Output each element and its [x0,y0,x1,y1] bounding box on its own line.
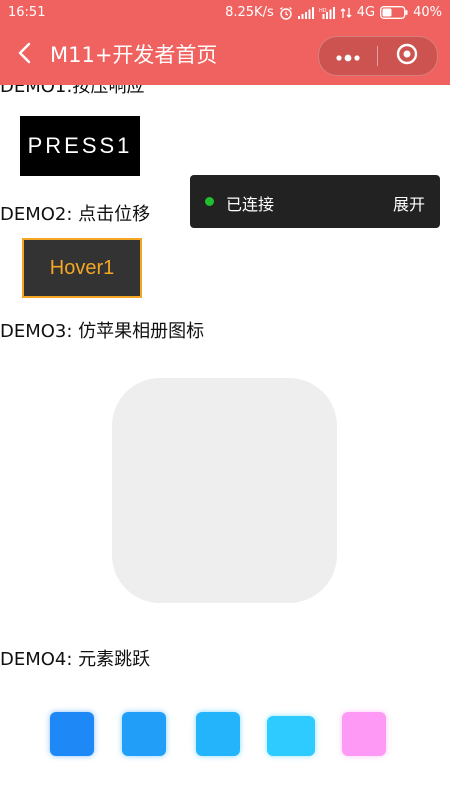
page-title: M11+开发者首页 [50,43,218,67]
more-button[interactable] [319,37,377,75]
jump-box-3[interactable] [196,712,240,756]
mini-program-capsule [318,36,438,76]
connected-dot-icon [205,197,214,206]
hd-signal-icon: HD [319,6,335,19]
app-header: 16:51 8.25K/s HD 4G 40% M11+开发者首页 [0,0,450,85]
status-indicators: 8.25K/s HD 4G 40% [225,5,442,20]
alarm-icon [279,6,293,20]
expand-button[interactable]: 展开 [393,191,425,215]
demo4-label: DEMO4: 元素跳跃 [0,649,151,670]
signal-icon [297,6,314,19]
press-button[interactable]: PRESS1 [20,116,140,176]
jump-box-4[interactable] [267,716,315,756]
net-speed: 8.25K/s [225,5,274,20]
battery-icon [380,6,408,19]
chevron-left-icon [17,42,31,68]
battery-level: 40% [413,5,442,20]
demo2-label: DEMO2: 点击位移 [0,204,151,225]
album-icon[interactable] [112,378,337,603]
jump-box-5[interactable] [342,712,386,756]
connection-status: 已连接 [226,195,275,214]
more-dots-icon [336,47,360,66]
hover-button[interactable]: Hover1 [22,238,142,298]
data-arrows-icon [340,7,352,19]
page-content: DEMO1:按压响应 PRESS1 DEMO2: 点击位移 Hover1 DEM… [0,0,450,800]
demo3-label: DEMO3: 仿苹果相册图标 [0,321,205,342]
back-button[interactable] [10,40,38,70]
status-time: 16:51 [8,5,46,20]
connection-toast: 已连接 展开 [190,175,440,228]
network-type: 4G [356,5,376,20]
jump-box-1[interactable] [50,712,94,756]
close-button[interactable] [378,37,436,75]
svg-text:HD: HD [319,8,327,14]
jump-box-2[interactable] [122,712,166,756]
target-circle-icon [396,43,418,69]
status-bar: 16:51 8.25K/s HD 4G 40% [0,0,450,26]
nav-bar: M11+开发者首页 [0,26,450,85]
